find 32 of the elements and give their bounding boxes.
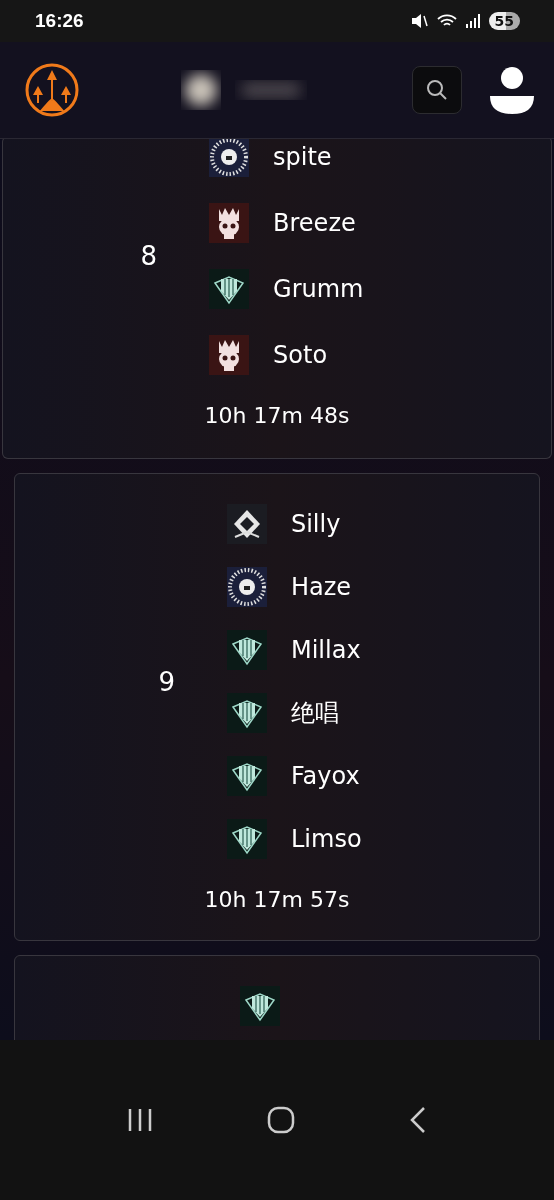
profile-icon[interactable] <box>490 66 534 114</box>
rocket-logo-icon[interactable] <box>24 62 80 118</box>
recent-apps-icon[interactable] <box>127 1108 153 1132</box>
shield-emblem-icon <box>226 630 267 670</box>
player-name: Fayox <box>290 762 360 790</box>
player-name: Silly <box>290 510 341 538</box>
search-icon <box>426 79 448 101</box>
diamond-emblem-icon <box>226 504 267 544</box>
player-name: Soto <box>273 341 328 369</box>
search-button[interactable] <box>412 66 462 114</box>
battery-level: 55 <box>488 12 520 30</box>
rank-number: 9 <box>158 666 175 697</box>
player-name: Limso <box>290 825 362 853</box>
player-name: Grumm <box>273 275 364 303</box>
back-icon[interactable] <box>409 1106 427 1134</box>
home-icon[interactable] <box>267 1106 295 1134</box>
player-name: Breeze <box>273 209 356 237</box>
shield-emblem-icon <box>226 756 267 796</box>
shield-emblem-icon <box>240 986 280 1026</box>
timer-text: 10h 17m 57s <box>204 887 350 912</box>
timer-text: 10h 17m 48s <box>204 403 350 428</box>
shield-emblem-icon <box>226 819 267 859</box>
rank-number: 8 <box>140 241 158 271</box>
shield-emblem-icon <box>209 269 250 309</box>
player-name: spite <box>273 143 332 171</box>
shield-emblem-icon <box>226 693 267 733</box>
player-name: Millax <box>290 636 361 664</box>
status-time: 16:26 <box>35 10 84 32</box>
signal-icon <box>464 13 481 29</box>
player-name: Haze <box>290 573 352 601</box>
mute-icon <box>410 13 429 29</box>
player-name: 绝唱 <box>290 698 339 729</box>
